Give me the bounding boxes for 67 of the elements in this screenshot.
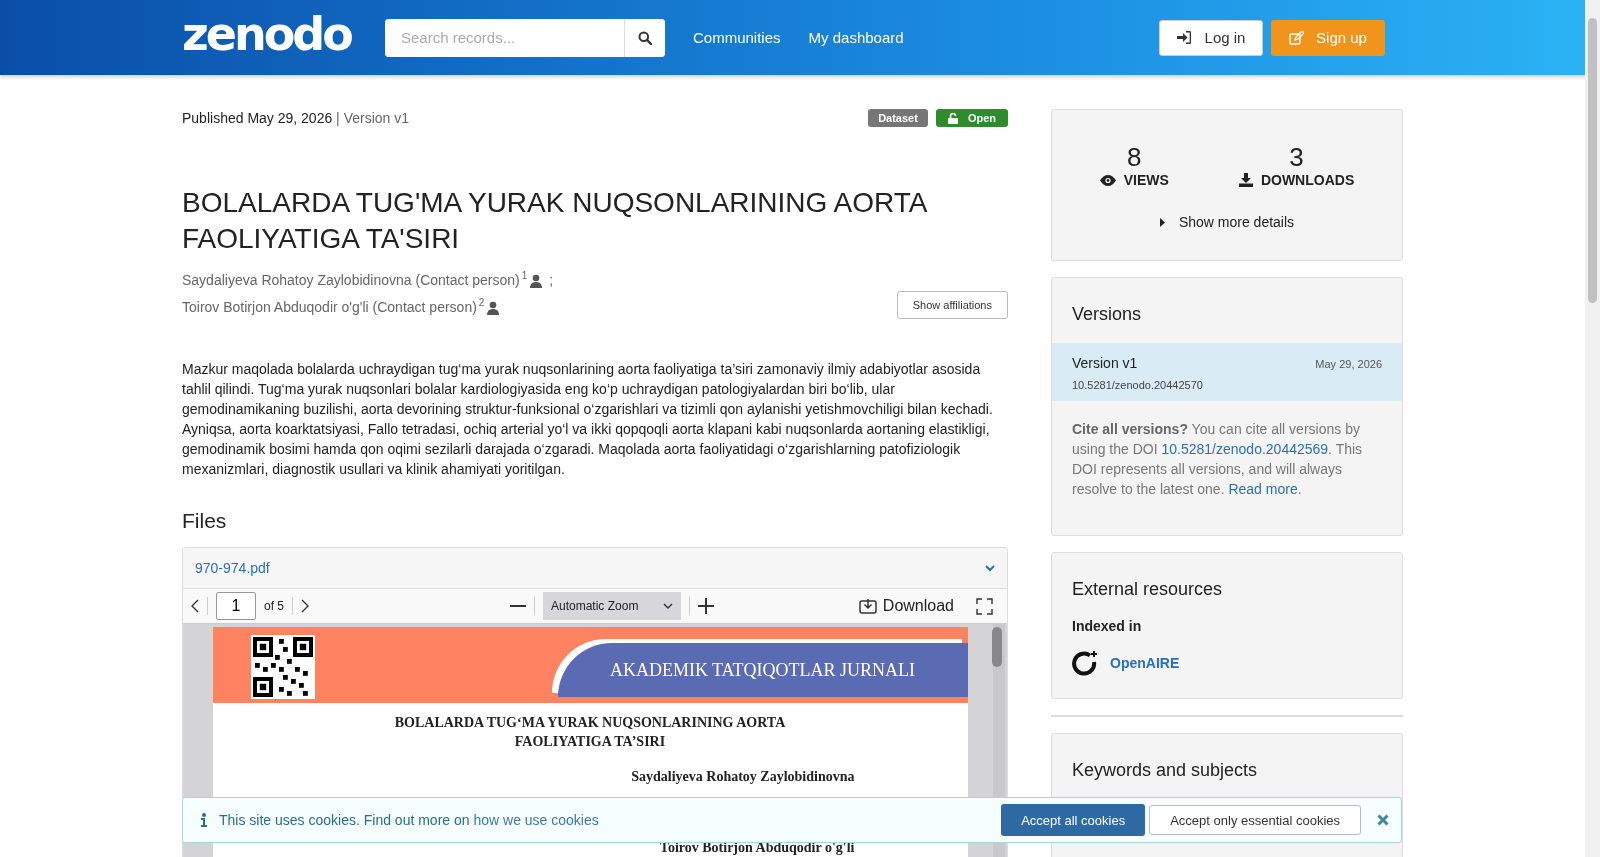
cookie-notice: This site uses cookies. Find out more on how we use cookies bbox=[219, 812, 600, 828]
sign-in-icon bbox=[1176, 31, 1191, 44]
document-title-line: BOLALARDA TUG‘MA YURAK NUQSONLARINING AORTA bbox=[393, 714, 787, 732]
access-badge: Open bbox=[935, 109, 1008, 127]
chevron-down-icon[interactable] bbox=[985, 564, 995, 572]
show-affiliations-button[interactable]: Show affiliations bbox=[896, 291, 1008, 319]
record-title: BOLALARDA TUG'MA YURAK NUQSONLARINING AORTA FAOLIYATIGA TA'SIRI bbox=[182, 186, 928, 256]
files-heading: Files bbox=[182, 509, 228, 533]
file-name-link[interactable]: 970-974.pdf bbox=[195, 560, 270, 576]
chevron-down-icon bbox=[663, 603, 673, 609]
page-number-field[interactable]: 1 bbox=[216, 592, 256, 620]
fullscreen-icon[interactable] bbox=[976, 597, 993, 615]
resource-type-badge: Dataset bbox=[868, 109, 928, 127]
keywords-heading: Keywords and subjects bbox=[1071, 759, 1259, 782]
abstract-text: Mazkur maqolada bolalarda uchraydigan tug‘ma yurak nuqsonlarining aorta faoliyatiga ta’siri zamonaviy ilmiy adabiyotlar asosida tahlil qilindi. Tug‘ma yurak nuqsonlari bolalar kardiologiyasida eng ko‘p uchraydigan patologiyalardan biri bo‘lib, ular gemodinamikaning buzilishi, aorta devorining struktur-funksional o‘zgarishlari va tizimli qon aylanishi yetishmovchiligi bilan kechadi. Ayniqsa, aorta koarktatsiyasi, Fallo tetradasi, ochiq arterial yo‘l va ikki qopqoqli aorta klapani kabi nuqsonlarda aortaning elastikligi, gemodinamik bosimi hamda qon oqimi sezilarli darajada o‘zgaradi. Maqolada aorta faoliyatidagi o‘zgarishlarning patofiziologik mexanizmlari, diagnostik usullari va klinik ahamiyati yoritilgan. bbox=[182, 360, 994, 479]
caret-right-icon bbox=[1159, 217, 1165, 227]
search-button[interactable] bbox=[624, 18, 665, 57]
read-more-link[interactable]: Read more bbox=[1228, 481, 1298, 497]
cookie-policy-link[interactable]: how we use cookies bbox=[473, 812, 599, 828]
affiliation-number: 1 bbox=[521, 269, 528, 283]
login-button[interactable]: Log in bbox=[1159, 19, 1263, 56]
edit-icon bbox=[1289, 30, 1305, 45]
page-scrollbar[interactable] bbox=[1585, 0, 1600, 857]
affiliation-number: 2 bbox=[478, 296, 485, 310]
qr-code-icon bbox=[250, 635, 315, 699]
ring-logo-icon bbox=[1072, 650, 1098, 676]
indexed-in-label: Indexed in bbox=[1071, 618, 1143, 634]
previous-page-icon[interactable] bbox=[191, 599, 199, 613]
zoom-in-icon[interactable] bbox=[698, 598, 714, 614]
page-count: of 5 bbox=[264, 599, 284, 613]
stat-value: 8 bbox=[1127, 142, 1142, 172]
site-logo[interactable]: zenodo bbox=[182, 10, 382, 57]
search-icon bbox=[638, 30, 652, 45]
version-doi: 10.5281/zenodo.20442570 bbox=[1072, 379, 1204, 391]
stat-value: 3 bbox=[1289, 142, 1304, 172]
nav-link[interactable]: My dashboard bbox=[808, 29, 904, 46]
publication-info: Published May 29, 2026 | Version v1 bbox=[182, 110, 409, 126]
document-author: Saydaliyeva Rohatoy Zaylobidinovna bbox=[630, 769, 856, 785]
version-date: May 29, 2026 bbox=[1315, 358, 1382, 370]
creator-name[interactable]: Saydaliyeva Rohatoy Zaylobidinovna (Contact person) bbox=[182, 267, 520, 294]
external-resources-heading: External resources bbox=[1071, 578, 1224, 601]
nav-link[interactable]: Communities bbox=[693, 29, 781, 46]
show-more-details-button[interactable]: Show more details bbox=[1159, 214, 1295, 230]
download-icon bbox=[1238, 173, 1253, 187]
person-icon bbox=[529, 273, 544, 288]
openaire-link[interactable]: OpenAIRE bbox=[1110, 655, 1180, 671]
eye-icon bbox=[1099, 174, 1116, 186]
doi-link[interactable]: 10.5281/zenodo.20442569 bbox=[1161, 441, 1329, 457]
stat-label: VIEWS bbox=[1123, 172, 1169, 188]
download-icon bbox=[858, 598, 877, 614]
accept-essential-cookies-button[interactable]: Accept only essential cookies bbox=[1149, 805, 1361, 835]
version-item[interactable]: Version v1 May 29, 2026 10.5281/zenodo.20442570 bbox=[1052, 343, 1402, 401]
versions-heading: Versions bbox=[1071, 303, 1143, 326]
stat-label: DOWNLOADS bbox=[1260, 172, 1355, 188]
info-icon bbox=[201, 813, 207, 827]
person-icon bbox=[486, 300, 501, 315]
viewer-scrollbar-thumb[interactable] bbox=[992, 627, 1002, 667]
download-button[interactable]: Download bbox=[852, 596, 960, 616]
separator: ; bbox=[548, 271, 554, 290]
accept-all-cookies-button[interactable]: Accept all cookies bbox=[1001, 804, 1146, 836]
next-page-icon[interactable] bbox=[301, 599, 309, 613]
search-field[interactable]: Search records... bbox=[385, 18, 665, 57]
cite-all-versions-note: Cite all versions? You can cite all versions by using the DOI 10.5281/zenodo.20442569. This DOI represents all versions, and will always resolve to the latest one. Read more. bbox=[1071, 420, 1364, 499]
creator-name[interactable]: Toirov Botirjon Abduqodir o'g'li (Contact person) bbox=[182, 294, 477, 321]
zoom-dropdown[interactable]: Automatic Zoom bbox=[543, 592, 681, 620]
version-label[interactable]: Version v1 bbox=[1072, 355, 1138, 371]
document-title-line: FAOLIYATIGA TA’SIRI bbox=[513, 733, 667, 751]
